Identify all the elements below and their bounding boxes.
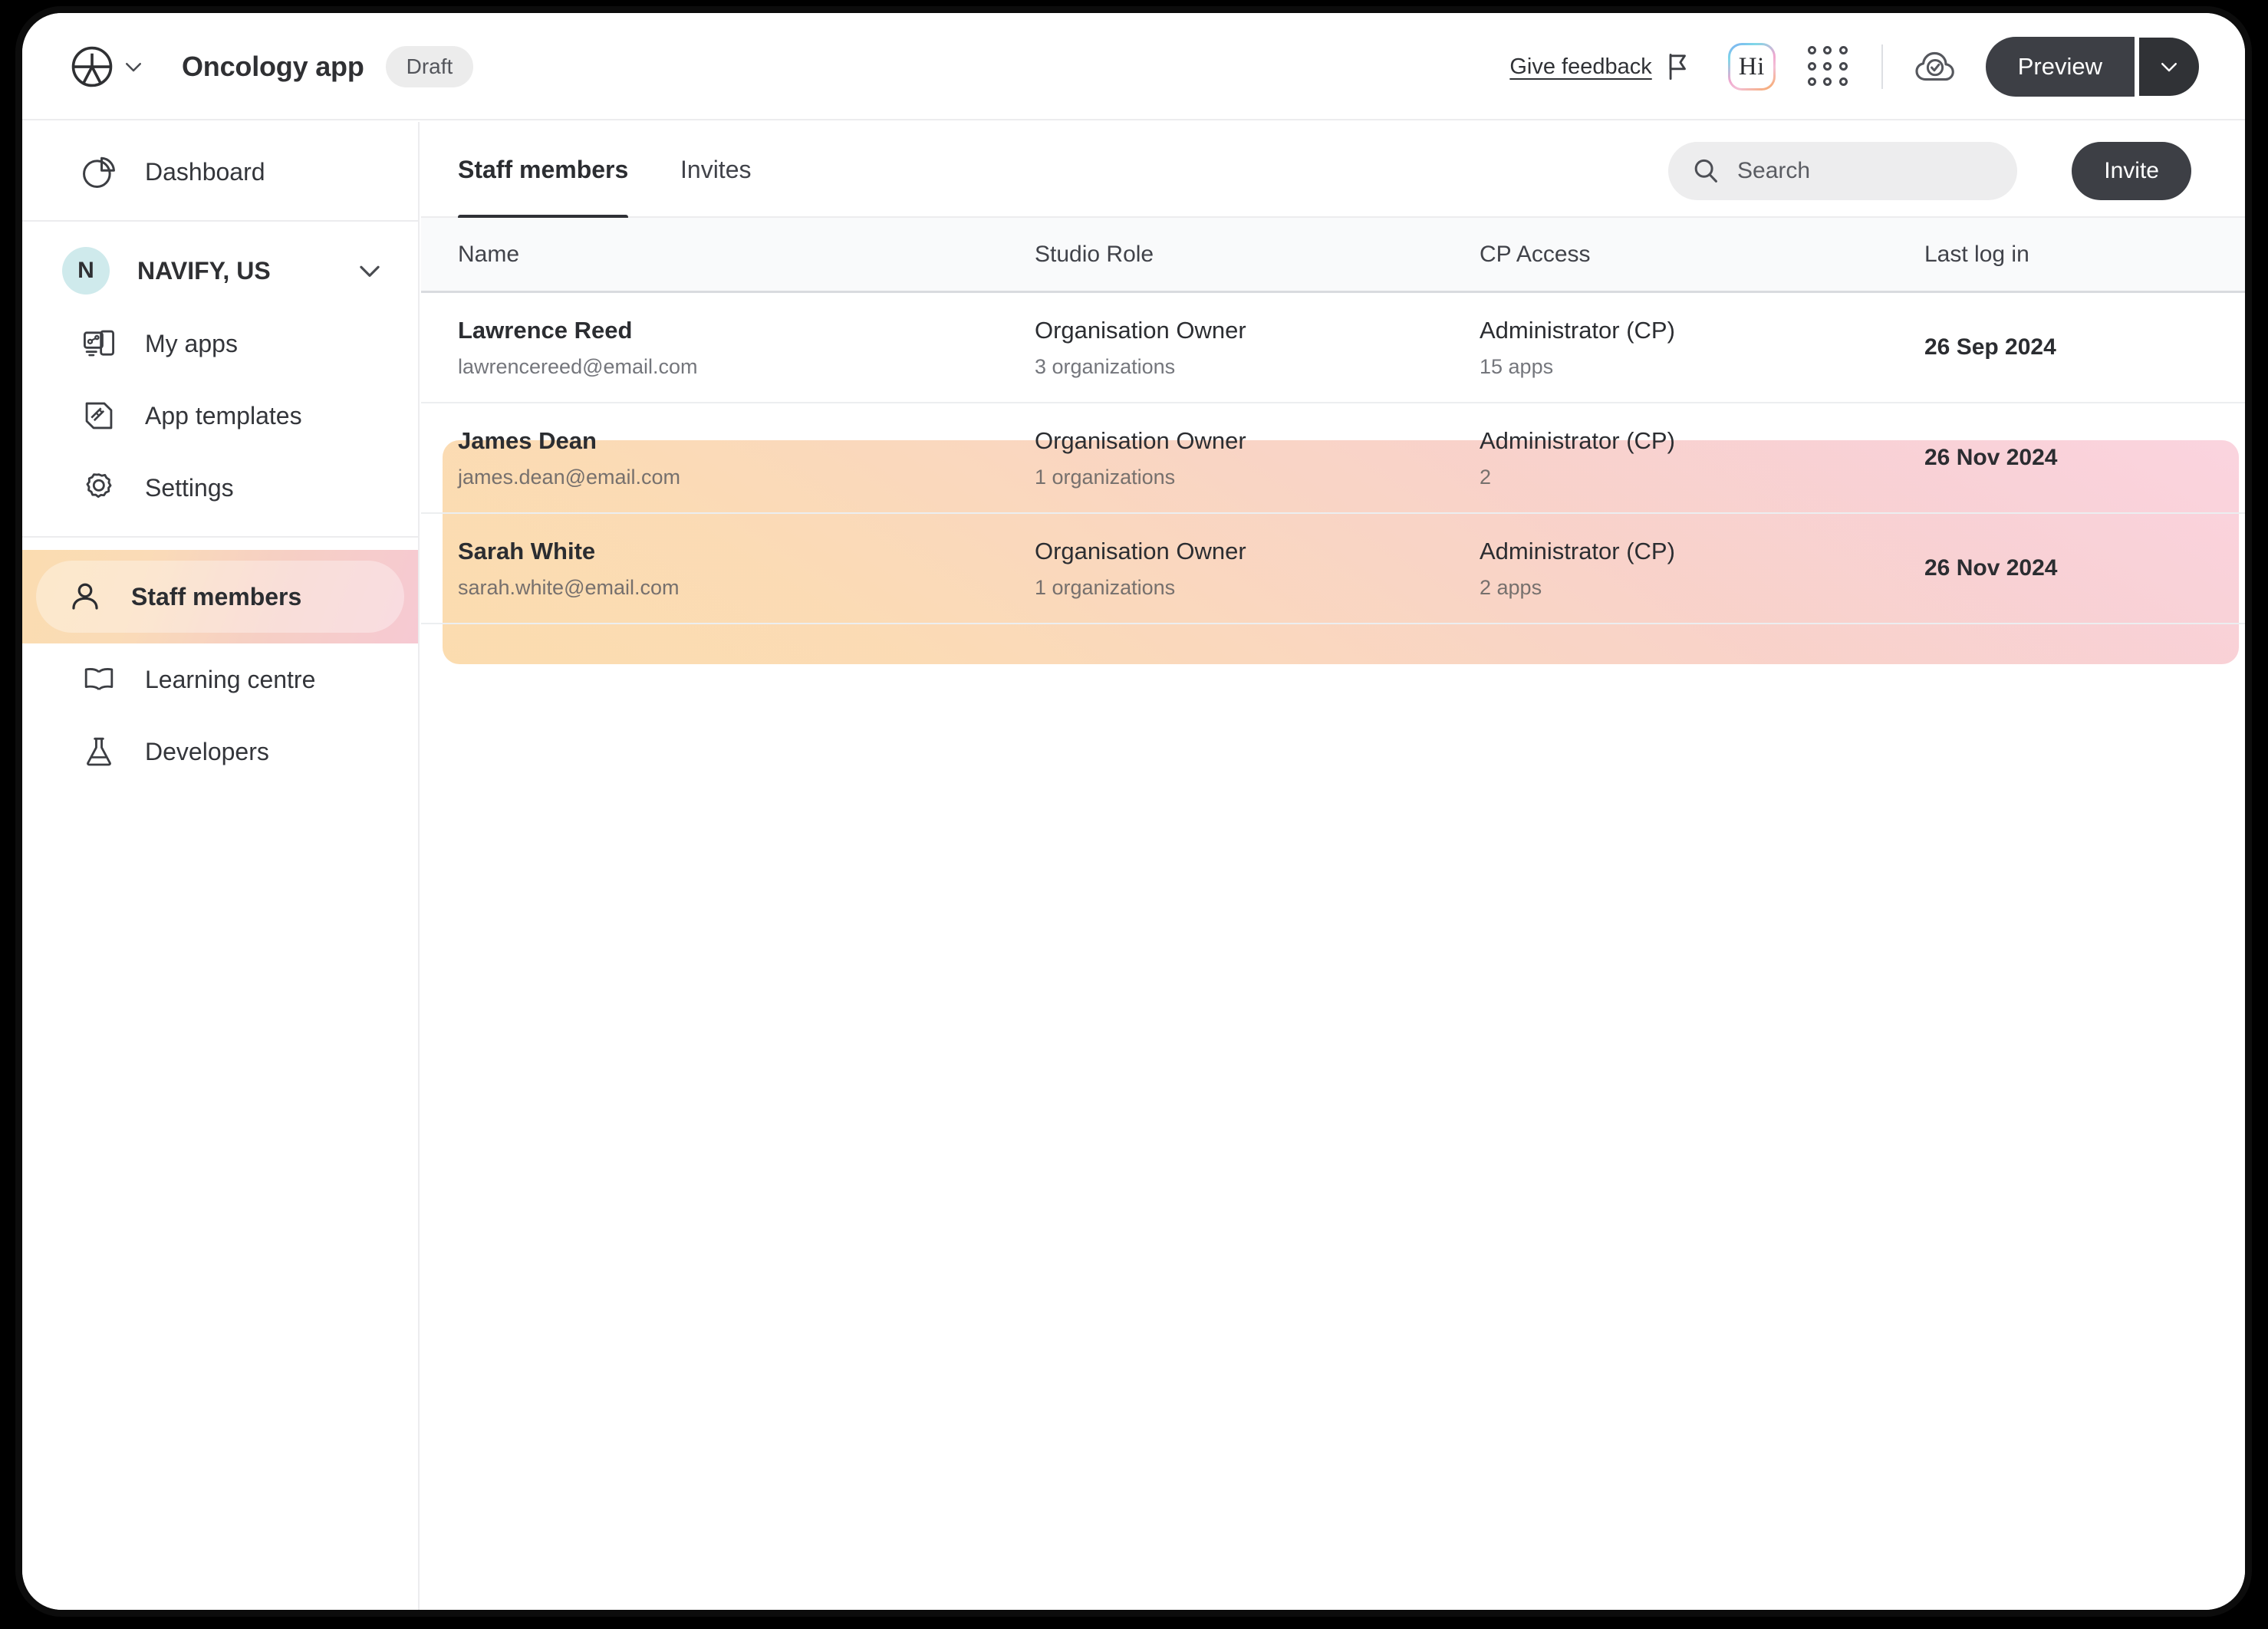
table-row[interactable]: Lawrence Reed lawrencereed@email.com Org… — [421, 293, 2245, 403]
sidebar-item-label: App templates — [145, 401, 302, 429]
main-content: Staff members Invites Search Invite Name… — [421, 122, 2245, 1610]
grid-dot — [1839, 77, 1848, 87]
sidebar-item-dashboard[interactable]: Dashboard — [36, 136, 404, 208]
cell-organizations: 1 organizations — [1035, 575, 1176, 599]
assistant-badge-label: Hi — [1730, 45, 1773, 88]
cell-last-login: 26 Nov 2024 — [1924, 555, 2058, 581]
search-placeholder: Search — [1737, 158, 1811, 183]
cell-email: james.dean@email.com — [458, 465, 681, 489]
book-icon — [77, 662, 120, 697]
sidebar-item-settings[interactable]: Settings — [36, 452, 404, 524]
top-bar-left: Oncology app Draft — [70, 13, 474, 120]
cell-cp-access: Administrator (CP) — [1480, 537, 1675, 564]
cell-name: Lawrence Reed — [458, 316, 633, 344]
cell-organizations: 3 organizations — [1035, 354, 1176, 378]
grid-dot — [1807, 46, 1816, 54]
cell-cp-apps: 15 apps — [1480, 354, 1554, 378]
grid-dot — [1807, 77, 1816, 87]
preview-button[interactable]: Preview — [1985, 37, 2135, 97]
sidebar-item-label: Learning centre — [145, 665, 316, 693]
sidebar: Dashboard N NAVIFY, US My apps App templ… — [22, 122, 420, 1610]
app-window: Oncology app Draft Give feedback Hi Prev… — [22, 13, 2245, 1610]
invite-button[interactable]: Invite — [2072, 142, 2191, 200]
roche-logo-icon[interactable] — [70, 44, 114, 89]
assistant-badge[interactable]: Hi — [1727, 43, 1776, 90]
sidebar-item-label: Staff members — [131, 582, 302, 610]
page-title: Oncology app — [182, 51, 364, 82]
preview-dropdown-button[interactable] — [2139, 38, 2199, 96]
cloud-check-icon[interactable] — [1914, 48, 1957, 85]
chevron-down-icon — [2161, 63, 2177, 72]
cell-name: James Dean — [458, 426, 597, 454]
cell-last-login: 26 Sep 2024 — [1924, 334, 2056, 360]
top-bar-right: Give feedback Hi Preview — [1509, 13, 2199, 120]
apps-devices-icon — [77, 326, 120, 361]
org-switcher[interactable]: N NAVIFY, US — [36, 234, 404, 308]
chevron-down-icon[interactable] — [122, 55, 145, 78]
org-name: NAVIFY, US — [137, 256, 271, 285]
table-row[interactable]: James Dean james.dean@email.com Organisa… — [421, 403, 2245, 514]
toolbar-divider — [1881, 44, 1883, 89]
chevron-down-icon — [360, 265, 380, 277]
cell-name: Sarah White — [458, 537, 596, 564]
grid-dot — [1823, 46, 1832, 54]
grid-dot — [1823, 61, 1832, 71]
search-icon — [1694, 159, 1717, 183]
sidebar-item-learning-centre[interactable]: Learning centre — [36, 643, 404, 716]
sidebar-divider — [22, 536, 418, 538]
staff-members-table: Name Studio Role CP Access Last log in L… — [421, 218, 2245, 664]
user-icon — [64, 579, 107, 614]
avatar: N — [62, 247, 110, 295]
cell-cp-access: Administrator (CP) — [1480, 426, 1675, 454]
cell-email: sarah.white@email.com — [458, 575, 680, 599]
pie-chart-icon — [77, 154, 120, 189]
grid-dot — [1807, 61, 1816, 71]
cell-studio-role: Organisation Owner — [1035, 537, 1246, 564]
grid-dot — [1823, 77, 1832, 87]
flag-icon[interactable] — [1665, 52, 1691, 81]
sidebar-item-developers[interactable]: Developers — [36, 716, 404, 788]
table-header-row: Name Studio Role CP Access Last log in — [421, 218, 2245, 293]
column-header-last-log-in: Last log in — [1924, 241, 2029, 267]
sidebar-item-app-templates[interactable]: App templates — [36, 380, 404, 452]
cell-studio-role: Organisation Owner — [1035, 426, 1246, 454]
top-bar: Oncology app Draft Give feedback Hi Prev… — [22, 13, 2245, 120]
cell-email: lawrencereed@email.com — [458, 354, 698, 378]
sidebar-item-label: My apps — [145, 329, 238, 357]
tabs-bar: Staff members Invites Search Invite — [421, 122, 2245, 219]
sidebar-item-staff-members-pill: Staff members — [36, 561, 404, 633]
cell-studio-role: Organisation Owner — [1035, 316, 1246, 344]
cell-last-login: 26 Nov 2024 — [1924, 445, 2058, 470]
grid-dot — [1839, 61, 1848, 71]
device-frame: Oncology app Draft Give feedback Hi Prev… — [15, 6, 2252, 1617]
sidebar-item-my-apps[interactable]: My apps — [36, 308, 404, 380]
cell-organizations: 1 organizations — [1035, 465, 1176, 489]
sidebar-divider — [22, 220, 418, 222]
ruler-template-icon — [77, 398, 120, 433]
app-grid-icon[interactable] — [1807, 46, 1849, 87]
sidebar-item-label: Developers — [145, 737, 269, 765]
tab-invites[interactable]: Invites — [680, 122, 751, 218]
flask-icon — [77, 734, 120, 769]
table-row[interactable]: Sarah White sarah.white@email.com Organi… — [421, 514, 2245, 624]
cell-cp-apps: 2 apps — [1480, 575, 1542, 599]
preview-button-group: Preview — [1985, 37, 2199, 97]
sidebar-item-label: Dashboard — [145, 157, 265, 186]
search-input[interactable]: Search — [1668, 142, 2017, 200]
give-feedback-link[interactable]: Give feedback — [1509, 54, 1651, 80]
column-header-cp-access: CP Access — [1480, 241, 1591, 267]
cell-cp-apps: 2 — [1480, 465, 1492, 489]
column-header-name: Name — [458, 241, 520, 267]
grid-dot — [1839, 46, 1848, 54]
sidebar-item-staff-members[interactable]: Staff members — [22, 550, 418, 643]
gear-icon — [77, 470, 120, 505]
tab-staff-members[interactable]: Staff members — [458, 122, 629, 219]
status-badge: Draft — [385, 46, 474, 87]
column-header-studio-role: Studio Role — [1035, 241, 1154, 267]
sidebar-item-label: Settings — [145, 473, 234, 502]
cell-cp-access: Administrator (CP) — [1480, 316, 1675, 344]
